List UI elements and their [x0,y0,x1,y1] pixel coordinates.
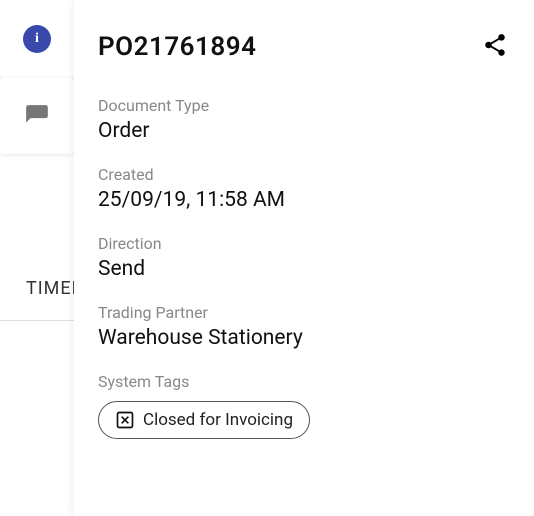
value-direction: Send [98,257,508,281]
info-button[interactable]: i [0,0,74,78]
label-system-tags: System Tags [98,372,508,391]
value-trading-partner: Warehouse Stationery [98,326,508,350]
share-icon [482,32,508,58]
panel-header: PO21761894 [98,32,508,62]
field-trading-partner: Trading Partner Warehouse Stationery [98,303,508,350]
invoice-closed-icon [115,410,135,430]
field-document-type: Document Type Order [98,96,508,143]
info-icon: i [23,25,51,53]
share-button[interactable] [482,32,508,62]
tag-closed-for-invoicing[interactable]: Closed for Invoicing [98,401,310,439]
value-created: 25/09/19, 11:58 AM [98,188,508,212]
comment-button[interactable] [0,78,74,154]
document-number: PO21761894 [98,32,256,62]
field-direction: Direction Send [98,234,508,281]
comment-icon [24,103,50,129]
label-trading-partner: Trading Partner [98,303,508,322]
field-created: Created 25/09/19, 11:58 AM [98,165,508,212]
value-document-type: Order [98,119,508,143]
detail-panel: PO21761894 Document Type Order Created 2… [74,0,534,516]
label-created: Created [98,165,508,184]
tag-label: Closed for Invoicing [143,410,293,430]
sidebar-divider [0,320,74,321]
field-system-tags: System Tags Closed for Invoicing [98,372,508,439]
label-document-type: Document Type [98,96,508,115]
label-direction: Direction [98,234,508,253]
